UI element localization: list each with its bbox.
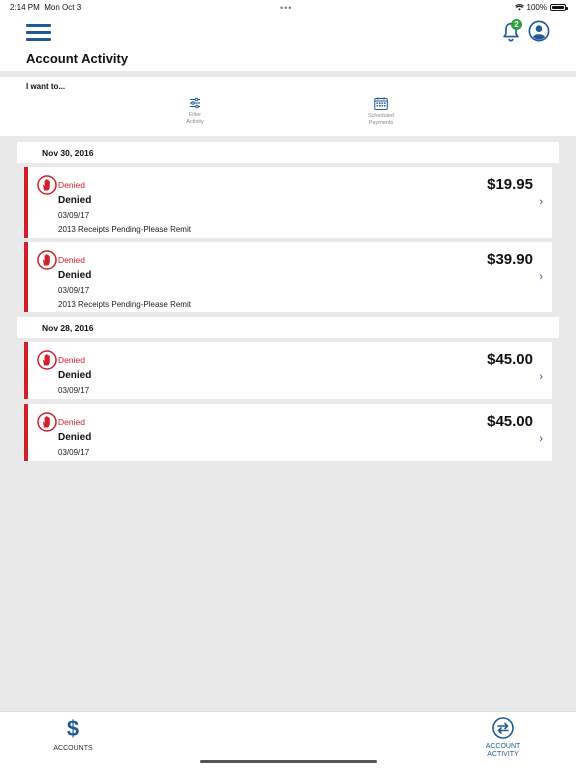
transaction-amount: $39.90 xyxy=(487,251,533,268)
page-title: Account Activity xyxy=(26,51,129,66)
stop-hand-icon xyxy=(37,412,57,432)
stop-hand-icon xyxy=(37,175,57,195)
status-bar: 2:14 PM Mon Oct 3 ••• 100% xyxy=(0,0,576,14)
date-group-header: Nov 30, 2016 xyxy=(17,142,559,163)
transaction-title: Denied xyxy=(58,370,92,381)
transaction-card[interactable]: Denied Denied 03/09/17 $45.00 › xyxy=(24,404,552,461)
status-time: 2:14 PM Mon Oct 3 xyxy=(10,3,82,12)
transaction-date: 03/09/17 xyxy=(58,386,90,395)
wifi-icon xyxy=(514,4,524,11)
tab-accounts[interactable]: $ ACCOUNTS xyxy=(50,716,96,753)
transaction-date: 03/09/17 xyxy=(58,286,90,295)
tab-account-activity-label-1: ACCOUNT xyxy=(485,743,521,750)
scheduled-payments-button[interactable]: Scheduled Payments xyxy=(351,97,411,127)
app-header: Account Activity 2 xyxy=(0,14,576,71)
chevron-right-icon: › xyxy=(539,271,543,283)
transaction-card[interactable]: Denied Denied 03/09/17 2013 Receipts Pen… xyxy=(24,167,552,238)
battery-percent: 100% xyxy=(526,3,547,12)
status-label: Denied xyxy=(58,355,85,365)
scheduled-payments-label-1: Scheduled xyxy=(368,113,394,119)
transaction-card[interactable]: Denied Denied 03/09/17 2013 Receipts Pen… xyxy=(24,242,552,312)
filter-activity-label-1: Filter xyxy=(188,112,202,118)
chevron-right-icon: › xyxy=(539,196,543,208)
status-label: Denied xyxy=(58,255,85,265)
calendar-icon xyxy=(374,97,388,110)
dollar-icon: $ xyxy=(66,716,80,741)
transaction-description: 2013 Receipts Pending-Please Remit xyxy=(58,225,191,234)
chevron-right-icon: › xyxy=(539,433,543,445)
battery-icon xyxy=(550,4,568,11)
filter-activity-label-2: Activity xyxy=(186,119,204,125)
quick-actions-label: I want to... xyxy=(26,82,66,91)
transaction-card[interactable]: Denied Denied 03/09/17 $45.00 › xyxy=(24,342,552,399)
tab-account-activity-label-2: ACTIVITY xyxy=(487,751,519,758)
tab-accounts-label: ACCOUNTS xyxy=(53,745,93,752)
transaction-date: 03/09/17 xyxy=(58,211,90,220)
transaction-title: Denied xyxy=(58,270,92,281)
transaction-title: Denied xyxy=(58,432,92,443)
stop-hand-icon xyxy=(37,350,57,370)
transaction-amount: $45.00 xyxy=(487,413,533,430)
multitask-dots[interactable]: ••• xyxy=(280,3,292,13)
transaction-date: 03/09/17 xyxy=(58,448,90,457)
stop-hand-icon xyxy=(37,250,57,270)
sliders-icon xyxy=(190,97,200,109)
transaction-amount: $45.00 xyxy=(487,351,533,368)
hamburger-icon[interactable] xyxy=(26,24,51,41)
scheduled-payments-label-2: Payments xyxy=(368,120,394,126)
tab-account-activity[interactable]: ACCOUNT ACTIVITY xyxy=(480,717,526,759)
group-date: Nov 28, 2016 xyxy=(42,323,94,333)
quick-actions-panel: I want to... Filter Activity Scheduled P… xyxy=(0,77,576,136)
status-label: Denied xyxy=(58,180,85,190)
home-indicator[interactable] xyxy=(200,760,377,763)
chevron-right-icon: › xyxy=(539,371,543,383)
status-right: 100% xyxy=(514,3,568,12)
transfer-icon xyxy=(492,717,514,739)
filter-activity-button[interactable]: Filter Activity xyxy=(165,97,225,126)
transaction-title: Denied xyxy=(58,195,92,206)
user-icon[interactable] xyxy=(528,20,550,42)
transaction-description: 2013 Receipts Pending-Please Remit xyxy=(58,300,191,309)
date-group-header: Nov 28, 2016 xyxy=(17,317,559,338)
status-label: Denied xyxy=(58,417,85,427)
transaction-amount: $19.95 xyxy=(487,176,533,193)
notification-badge: 2 xyxy=(511,19,522,30)
group-date: Nov 30, 2016 xyxy=(42,148,94,158)
